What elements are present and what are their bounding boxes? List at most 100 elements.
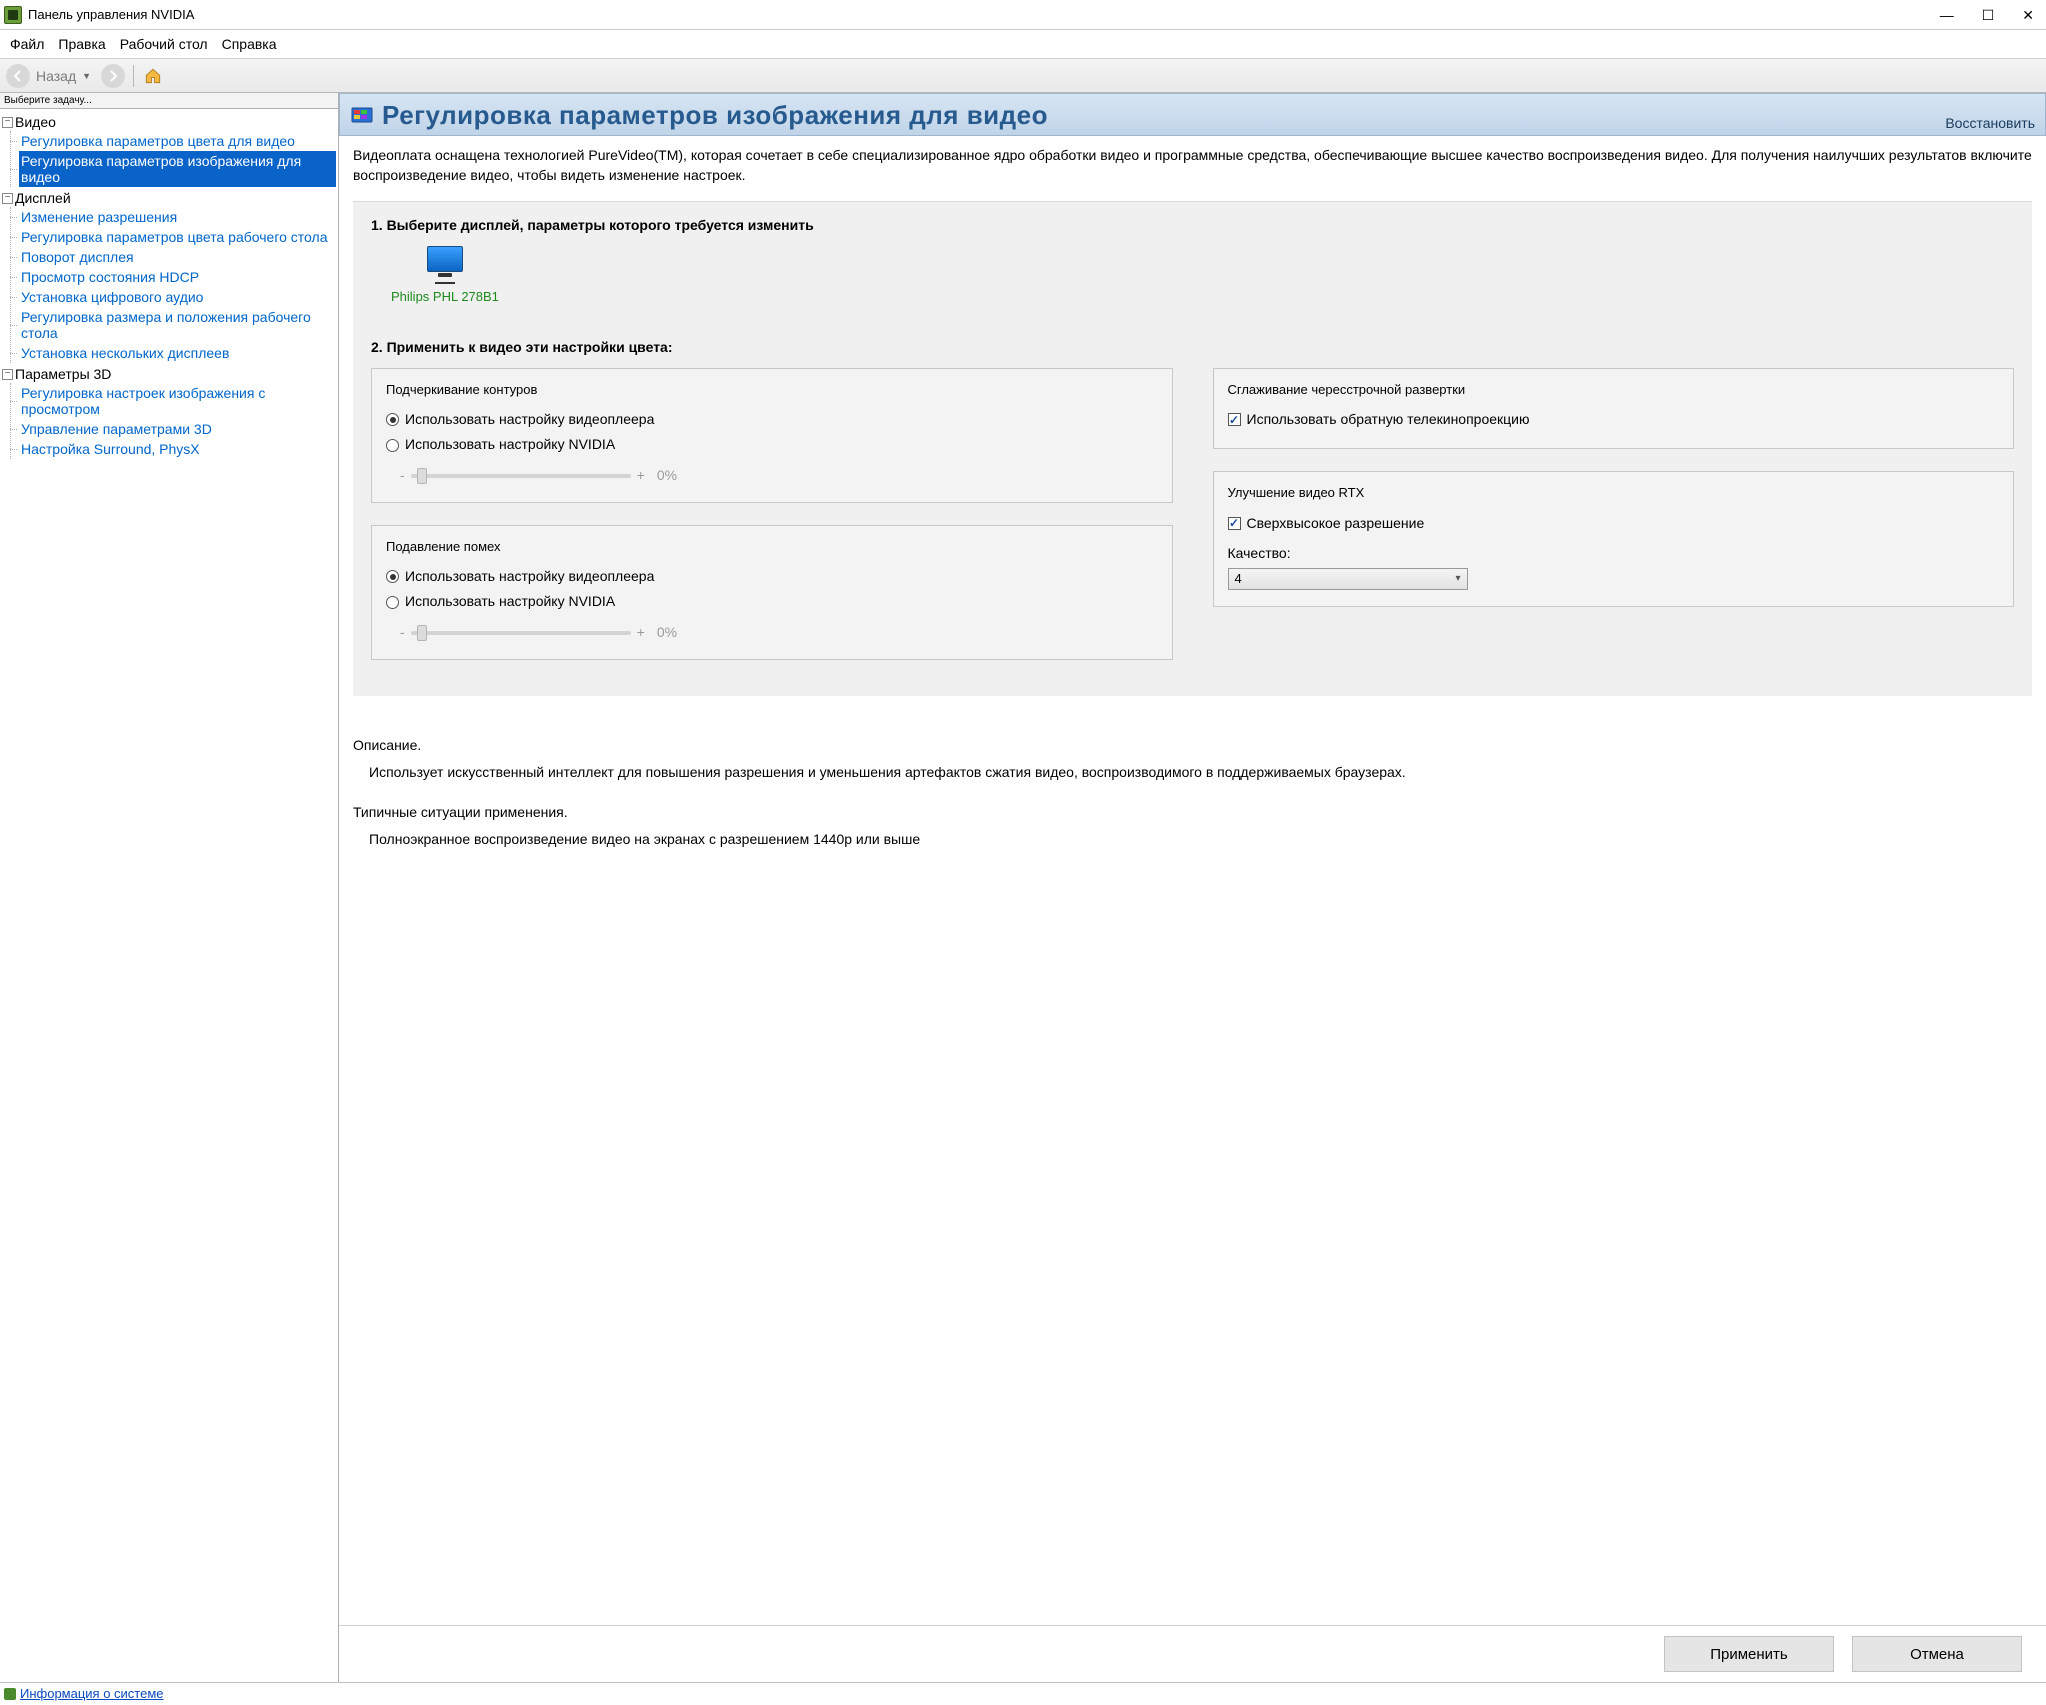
tree-group-3d[interactable]: − Параметры 3D (2, 365, 336, 383)
noise-slider: - + 0% (400, 623, 1158, 643)
tree-group-label: Дисплей (15, 190, 71, 206)
collapse-icon[interactable]: − (2, 369, 13, 380)
title-bar: Панель управления NVIDIA — ☐ ✕ (0, 0, 2046, 30)
menu-desktop[interactable]: Рабочий стол (114, 34, 214, 54)
page-title: Регулировка параметров изображения для в… (382, 100, 1048, 131)
checkbox-icon (1228, 517, 1241, 530)
tree-item-rotate-display[interactable]: Поворот дисплея (19, 247, 336, 267)
slider-value: 0% (657, 466, 677, 486)
back-history-dropdown[interactable]: ▼ (82, 71, 91, 81)
description-heading: Описание. (353, 736, 2032, 756)
tree-item-hdcp-status[interactable]: Просмотр состояния HDCP (19, 267, 336, 287)
super-resolution-checkbox[interactable]: Сверхвысокое разрешение (1228, 511, 2000, 537)
forward-button[interactable] (101, 64, 125, 88)
back-label: Назад (36, 68, 76, 84)
app-icon (4, 6, 22, 24)
tree-item-video-image[interactable]: Регулировка параметров изображения для в… (19, 151, 336, 187)
nvidia-icon (4, 1688, 16, 1700)
close-button[interactable]: ✕ (2022, 8, 2034, 22)
checkbox-label: Сверхвысокое разрешение (1247, 514, 1425, 534)
window-title: Панель управления NVIDIA (28, 7, 1940, 22)
step2-heading: 2. Применить к видео эти настройки цвета… (371, 338, 2014, 358)
collapse-icon[interactable]: − (2, 193, 13, 204)
tree-item-surround-physx[interactable]: Настройка Surround, PhysX (19, 439, 336, 459)
edge-radio-nvidia[interactable]: Использовать настройку NVIDIA (386, 432, 1158, 458)
home-button[interactable] (142, 65, 164, 87)
slider-min: - (400, 466, 405, 486)
tree-group-label: Видео (15, 114, 56, 130)
noise-radio-nvidia[interactable]: Использовать настройку NVIDIA (386, 589, 1158, 615)
slider-value: 0% (657, 623, 677, 643)
radio-icon (386, 413, 399, 426)
description-text: Использует искусственный интеллект для п… (369, 763, 2032, 783)
restore-defaults-link[interactable]: Восстановить (1945, 115, 2035, 131)
maximize-button[interactable]: ☐ (1982, 8, 1995, 22)
tree-item-manage-3d[interactable]: Управление параметрами 3D (19, 419, 336, 439)
page-header-icon (350, 104, 374, 128)
button-bar: Применить Отмена (339, 1625, 2046, 1682)
tree-item-video-color[interactable]: Регулировка параметров цвета для видео (19, 131, 336, 151)
group-title: Подчеркивание контуров (386, 381, 1158, 399)
rtx-enhancement-group: Улучшение видео RTX Сверхвысокое разреше… (1213, 471, 2015, 606)
task-tree: − Видео Регулировка параметров цвета для… (0, 109, 338, 465)
slider-thumb[interactable] (417, 625, 427, 641)
menu-edit[interactable]: Правка (52, 34, 111, 54)
combo-value: 4 (1235, 570, 1242, 588)
quality-combobox[interactable]: 4 ▾ (1228, 568, 1468, 590)
tree-item-desktop-color[interactable]: Регулировка параметров цвета рабочего ст… (19, 227, 336, 247)
system-info-link[interactable]: Информация о системе (20, 1686, 164, 1701)
menu-file[interactable]: Файл (4, 34, 50, 54)
edge-slider: - + 0% (400, 466, 1158, 486)
tree-group-label: Параметры 3D (15, 366, 111, 382)
radio-label: Использовать настройку видеоплеера (405, 567, 654, 587)
slider-max: + (637, 623, 645, 643)
display-name: Philips PHL 278B1 (391, 288, 499, 306)
monitor-icon (427, 246, 463, 272)
radio-icon (386, 439, 399, 452)
radio-label: Использовать настройку NVIDIA (405, 435, 615, 455)
tree-group-display[interactable]: − Дисплей (2, 189, 336, 207)
inverse-telecine-checkbox[interactable]: Использовать обратную телекинопроекцию (1228, 407, 2000, 433)
tree-item-multiple-displays[interactable]: Установка нескольких дисплеев (19, 343, 336, 363)
apply-button[interactable]: Применить (1664, 1636, 1834, 1672)
display-tile[interactable]: Philips PHL 278B1 (391, 246, 499, 306)
tree-item-desktop-size-position[interactable]: Регулировка размера и положения рабочего… (19, 307, 336, 343)
group-title: Улучшение видео RTX (1228, 484, 2000, 502)
status-bar: Информация о системе (0, 1682, 2046, 1704)
collapse-icon[interactable]: − (2, 117, 13, 128)
toolbar-separator (133, 65, 134, 87)
slider-min: - (400, 623, 405, 643)
back-button[interactable] (6, 64, 30, 88)
noise-radio-player[interactable]: Использовать настройку видеоплеера (386, 564, 1158, 590)
checkbox-label: Использовать обратную телекинопроекцию (1247, 410, 1530, 430)
group-title: Сглаживание чересстрочной развертки (1228, 381, 2000, 399)
group-title: Подавление помех (386, 538, 1158, 556)
quality-label: Качество: (1228, 544, 2000, 564)
minimize-button[interactable]: — (1940, 8, 1954, 22)
slider-max: + (637, 466, 645, 486)
content-pane: Регулировка параметров изображения для в… (339, 93, 2046, 1682)
intro-text: Видеоплата оснащена технологией PureVide… (353, 146, 2032, 185)
radio-label: Использовать настройку видеоплеера (405, 410, 654, 430)
noise-reduction-group: Подавление помех Использовать настройку … (371, 525, 1173, 660)
chevron-down-icon: ▾ (1455, 572, 1460, 586)
cancel-button[interactable]: Отмена (1852, 1636, 2022, 1672)
slider-thumb[interactable] (417, 468, 427, 484)
menu-help[interactable]: Справка (216, 34, 283, 54)
step1-heading: 1. Выберите дисплей, параметры которого … (371, 216, 2014, 236)
edge-radio-player[interactable]: Использовать настройку видеоплеера (386, 407, 1158, 433)
checkbox-icon (1228, 413, 1241, 426)
edge-enhancement-group: Подчеркивание контуров Использовать наст… (371, 368, 1173, 503)
task-sidebar: Выберите задачу... − Видео Регулировка п… (0, 93, 339, 1682)
menu-bar: Файл Правка Рабочий стол Справка (0, 30, 2046, 59)
tree-group-video[interactable]: − Видео (2, 113, 336, 131)
radio-icon (386, 596, 399, 609)
tree-item-3d-preview[interactable]: Регулировка настроек изображения с просм… (19, 383, 336, 419)
slider-track[interactable] (411, 474, 631, 478)
tree-item-digital-audio[interactable]: Установка цифрового аудио (19, 287, 336, 307)
usecases-text: Полноэкранное воспроизведение видео на э… (369, 830, 2032, 850)
tree-item-change-resolution[interactable]: Изменение разрешения (19, 207, 336, 227)
slider-track[interactable] (411, 631, 631, 635)
deinterlace-group: Сглаживание чересстрочной развертки Испо… (1213, 368, 2015, 450)
radio-label: Использовать настройку NVIDIA (405, 592, 615, 612)
